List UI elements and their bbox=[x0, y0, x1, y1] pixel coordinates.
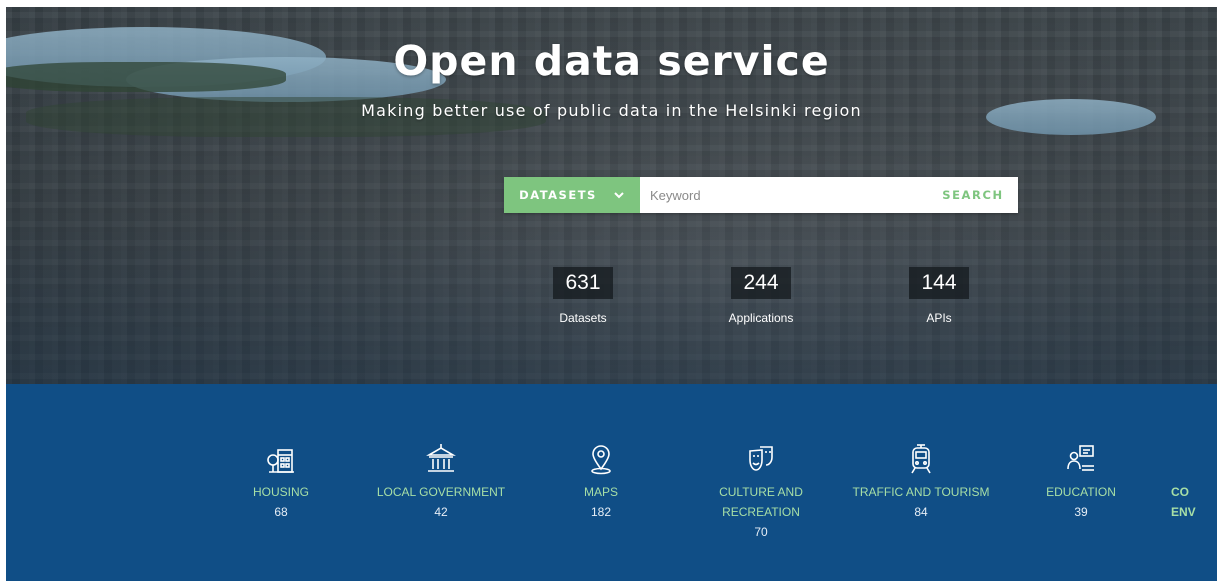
stat-value: 631 bbox=[553, 267, 613, 299]
category-name: TRAFFIC AND TOURISM bbox=[852, 485, 990, 499]
category-count: 42 bbox=[434, 505, 448, 519]
teacher-board-icon bbox=[1064, 442, 1098, 476]
stat-label: Applications bbox=[728, 311, 794, 325]
page: Open data service Making better use of p… bbox=[6, 7, 1217, 581]
categories-section: HOUSING 68 LOCAL GOVERNMENT 42 MAPS 182 … bbox=[6, 384, 1217, 581]
category-local-government[interactable]: LOCAL GOVERNMENT 42 bbox=[371, 442, 511, 519]
category-count: 70 bbox=[754, 525, 768, 539]
category-count: 84 bbox=[914, 505, 928, 519]
stat-value: 244 bbox=[731, 267, 791, 299]
stat-label: APIs bbox=[926, 311, 952, 325]
hero-section: Open data service Making better use of p… bbox=[6, 7, 1217, 384]
government-building-icon bbox=[424, 442, 458, 476]
stat-datasets[interactable]: 631 Datasets bbox=[523, 267, 643, 325]
category-name: CO ENV bbox=[1171, 485, 1196, 519]
category-partial-cut-off[interactable]: CO ENV bbox=[1171, 442, 1217, 522]
search-input[interactable] bbox=[640, 177, 928, 213]
search-type-label: DATASETS bbox=[519, 188, 597, 202]
theatre-masks-icon bbox=[744, 442, 778, 476]
category-culture-and-recreation[interactable]: CULTURE AND RECREATION 70 bbox=[691, 442, 831, 539]
search-type-dropdown[interactable]: DATASETS bbox=[504, 177, 640, 213]
category-count: 68 bbox=[274, 505, 288, 519]
chevron-down-icon bbox=[613, 189, 625, 201]
category-education[interactable]: EDUCATION 39 bbox=[1011, 442, 1151, 519]
category-count: 182 bbox=[590, 505, 612, 519]
stat-value: 144 bbox=[909, 267, 969, 299]
search-button[interactable]: SEARCH bbox=[928, 177, 1018, 213]
category-traffic-and-tourism[interactable]: TRAFFIC AND TOURISM 84 bbox=[851, 442, 991, 519]
category-housing[interactable]: HOUSING 68 bbox=[211, 442, 351, 519]
category-name: CULTURE AND RECREATION bbox=[719, 485, 803, 519]
page-title: Open data service bbox=[393, 37, 830, 85]
category-icon bbox=[1171, 442, 1205, 476]
category-name: MAPS bbox=[583, 485, 618, 499]
stat-applications[interactable]: 244 Applications bbox=[701, 267, 821, 325]
category-name: EDUCATION bbox=[1046, 485, 1116, 499]
category-name: HOUSING bbox=[252, 485, 309, 499]
housing-icon bbox=[264, 442, 298, 476]
category-maps[interactable]: MAPS 182 bbox=[531, 442, 671, 519]
search-bar: DATASETS SEARCH bbox=[504, 177, 1018, 213]
page-subtitle: Making better use of public data in the … bbox=[361, 101, 862, 120]
map-pin-icon bbox=[584, 442, 618, 476]
stat-apis[interactable]: 144 APIs bbox=[879, 267, 999, 325]
stat-label: Datasets bbox=[559, 311, 607, 325]
tram-icon bbox=[904, 442, 938, 476]
category-name: LOCAL GOVERNMENT bbox=[376, 485, 506, 499]
category-count: 39 bbox=[1074, 505, 1088, 519]
